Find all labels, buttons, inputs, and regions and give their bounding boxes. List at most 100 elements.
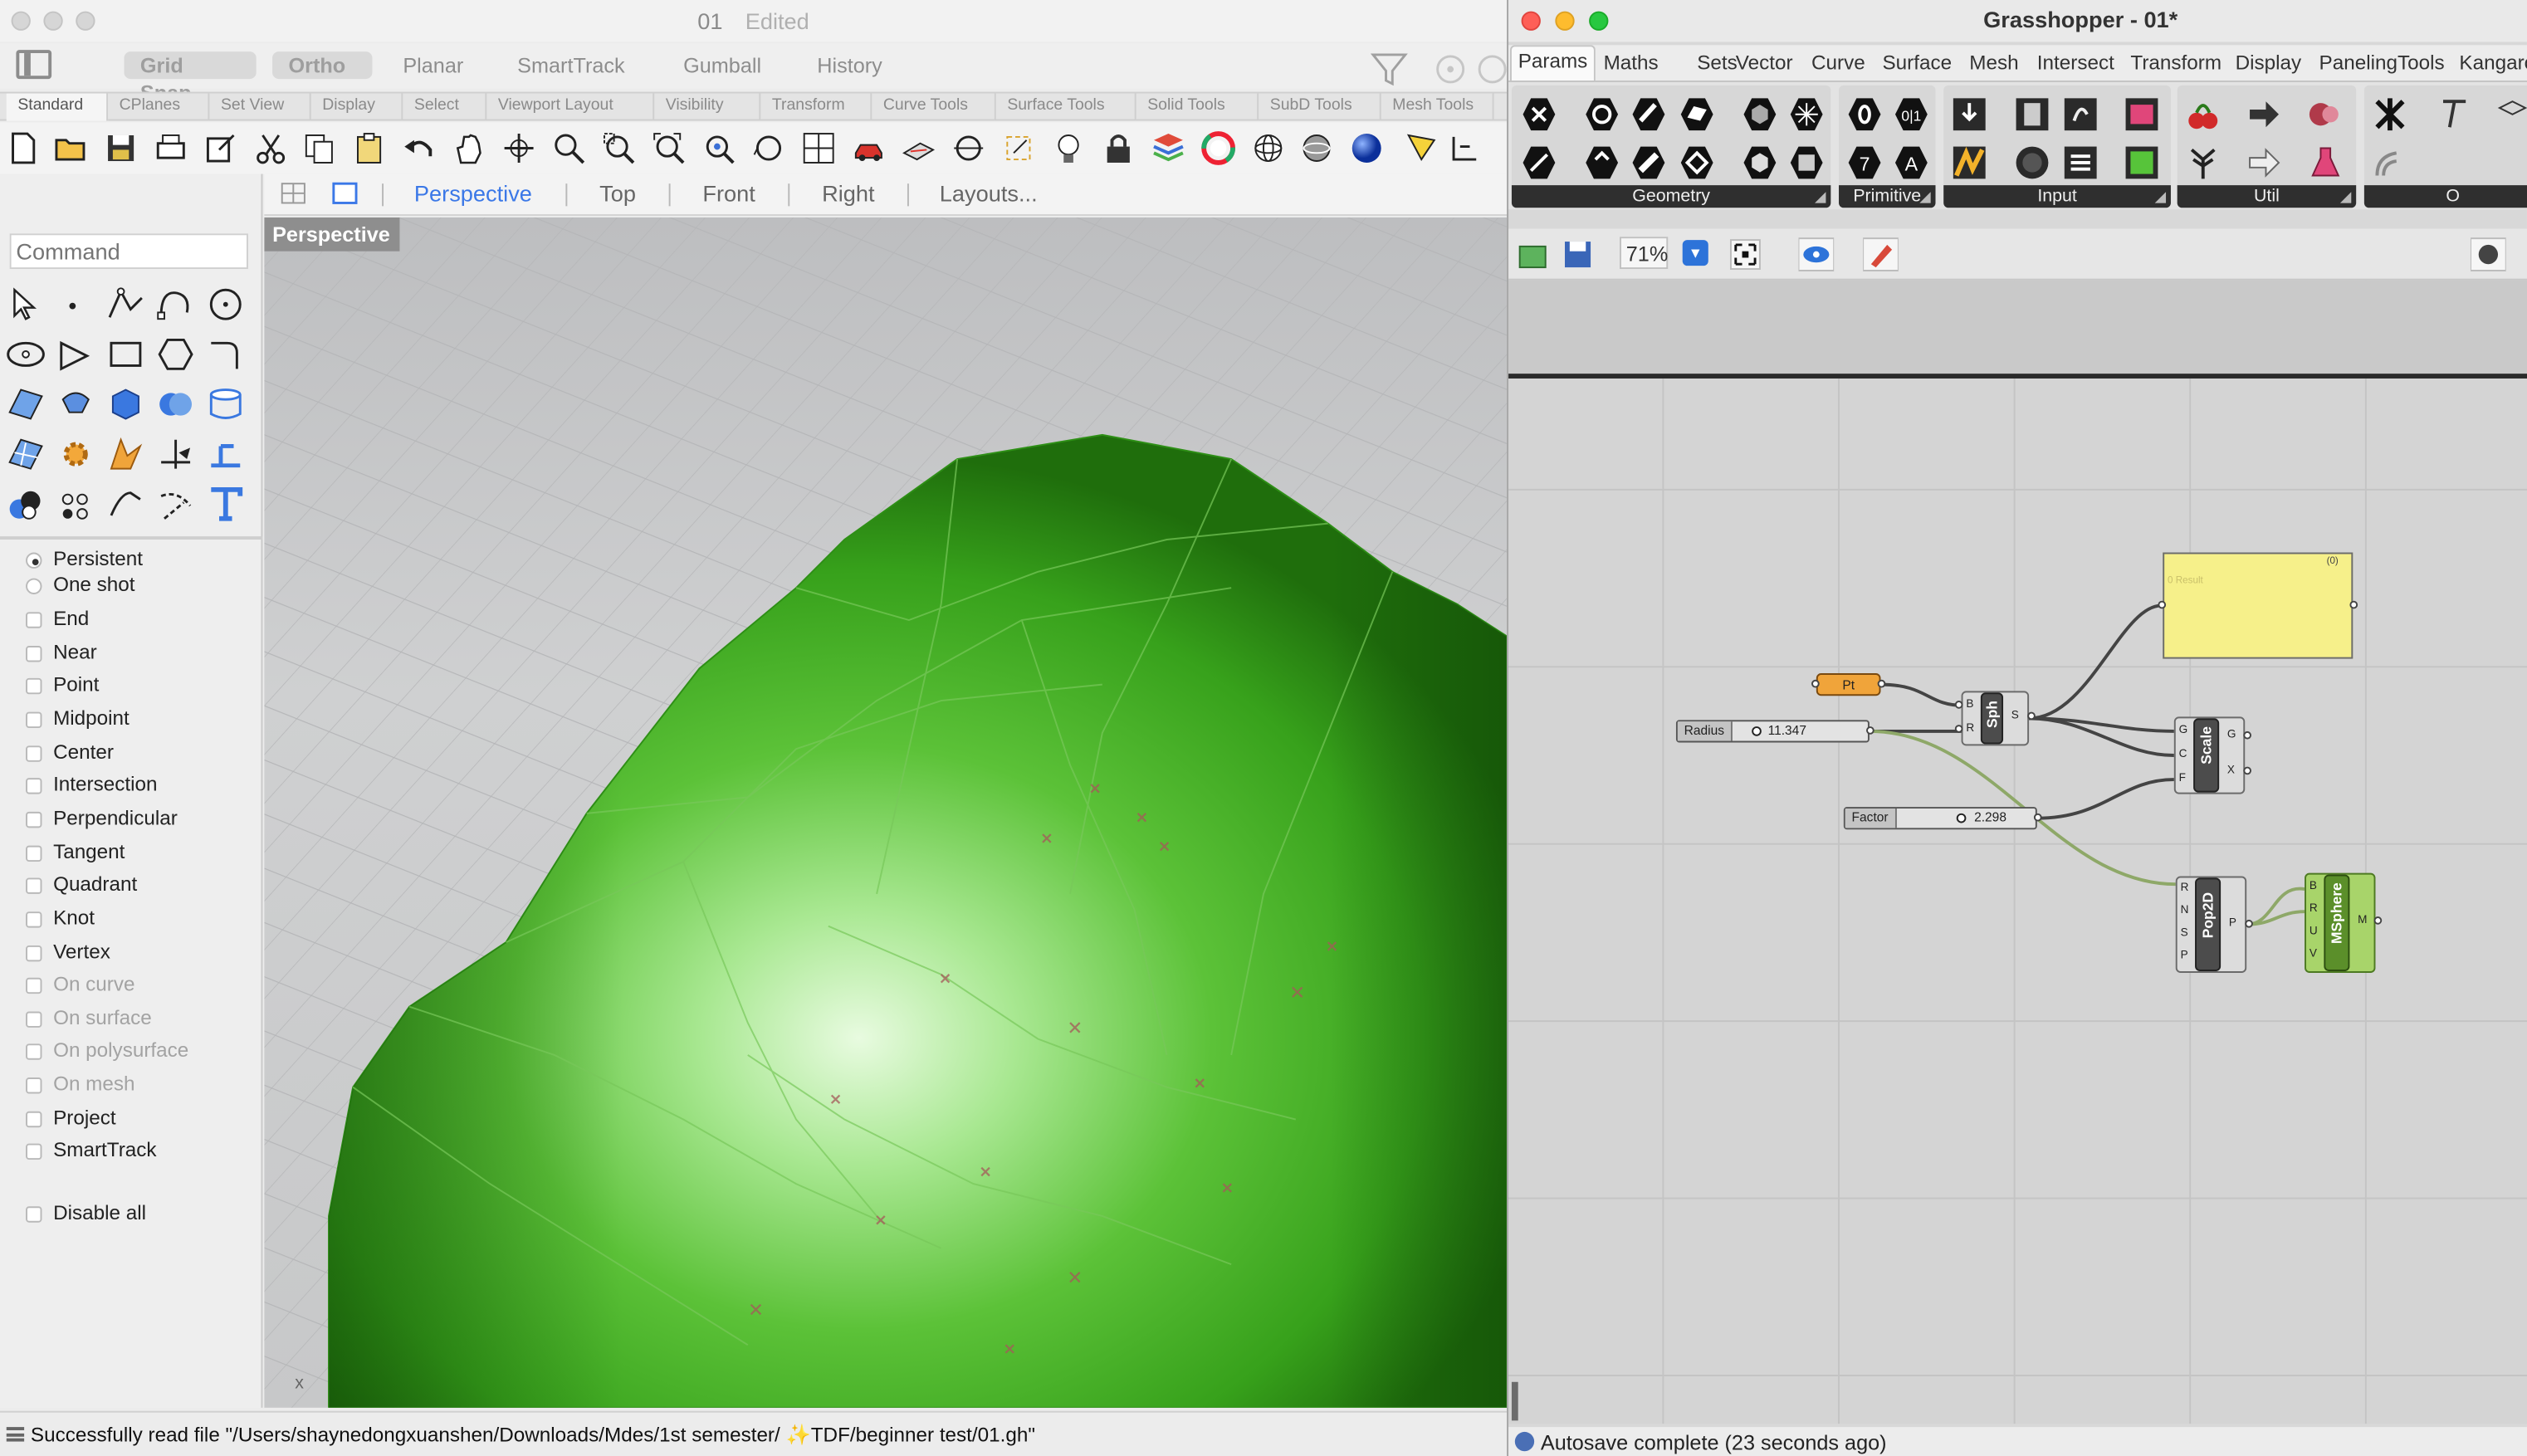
options-icon[interactable] — [1404, 130, 1439, 166]
tab-maths[interactable]: Maths — [1604, 51, 1659, 74]
tab-intersect[interactable]: Intersect — [2037, 51, 2114, 74]
param-boolean-icon[interactable]: 0|1 — [1892, 95, 1931, 134]
four-view-layout-icon[interactable] — [281, 182, 306, 204]
extrude-icon[interactable] — [55, 384, 96, 425]
transform-icon[interactable] — [105, 433, 146, 475]
named-views-icon[interactable] — [851, 130, 887, 166]
mode-smarttrack[interactable]: SmartTrack — [501, 51, 641, 79]
radio-button[interactable] — [26, 578, 42, 594]
arc-icon[interactable] — [55, 334, 96, 375]
checkbox[interactable] — [26, 1077, 42, 1094]
save-icon[interactable] — [1562, 238, 1594, 271]
sketch-pen-icon[interactable] — [1863, 237, 1899, 272]
checkbox[interactable] — [26, 977, 42, 994]
signal-icon[interactable] — [2371, 144, 2410, 183]
panel-component[interactable]: (0) 0 Result — [2158, 552, 2358, 659]
tab-transform[interactable]: Transform — [2130, 51, 2222, 74]
populate2d-component[interactable]: Pop2D R N S P P — [2175, 876, 2253, 973]
value-list-icon[interactable] — [2061, 144, 2100, 183]
checkbox[interactable] — [26, 1043, 42, 1060]
param-curve-icon[interactable] — [1630, 95, 1669, 134]
ellipse-icon[interactable] — [5, 334, 46, 375]
checkbox[interactable] — [26, 945, 42, 962]
pan-hand-icon[interactable] — [452, 130, 487, 166]
checkbox[interactable] — [26, 612, 42, 628]
dimension-tool-icon[interactable] — [205, 433, 247, 475]
export-icon[interactable] — [203, 130, 239, 166]
checkbox[interactable] — [26, 778, 42, 794]
command-input[interactable] — [9, 233, 248, 270]
surface-icon[interactable] — [5, 384, 46, 425]
open-file-icon[interactable] — [53, 130, 89, 166]
tab-mesh[interactable]: Mesh — [1969, 51, 2018, 74]
tab-kangaroo[interactable]: Kangaro — [2459, 51, 2527, 74]
param-circle-icon[interactable] — [1582, 95, 1621, 134]
checkbox[interactable] — [26, 1011, 42, 1028]
tab-set-view[interactable]: Set View — [209, 93, 311, 121]
checkbox[interactable] — [26, 1143, 42, 1160]
gradient-icon[interactable] — [1950, 144, 1989, 183]
tab-top[interactable]: Top — [599, 180, 636, 206]
tab-panelingtools[interactable]: PanelingTools — [2319, 51, 2445, 74]
zoom-icon[interactable] — [551, 130, 587, 166]
polygon-icon[interactable] — [154, 334, 196, 375]
param-box-icon[interactable] — [1678, 144, 1717, 183]
sphere-input-r[interactable] — [1954, 725, 1963, 733]
tab-right[interactable]: Right — [822, 180, 874, 206]
tab-vector[interactable]: Vector — [1736, 51, 1793, 74]
param-integer-icon[interactable]: 7 — [1845, 144, 1884, 183]
param-field-icon[interactable] — [1787, 144, 1826, 183]
mode-gumball[interactable]: Gumball — [667, 51, 778, 79]
gear-icon[interactable] — [55, 433, 96, 475]
undo-view-icon[interactable] — [751, 130, 787, 166]
checkbox[interactable] — [26, 677, 42, 695]
rectangle-icon[interactable] — [105, 334, 146, 375]
tab-mesh-tools[interactable]: Mesh Tools — [1381, 93, 1494, 121]
tab-surface[interactable]: Surface — [1882, 51, 1952, 74]
canvas-scroll-handle[interactable] — [1511, 1381, 1518, 1421]
mode-planar[interactable]: Planar — [387, 51, 480, 79]
undo-icon[interactable] — [401, 130, 437, 166]
mesh-icon[interactable] — [5, 433, 46, 475]
point-icon[interactable] — [55, 283, 96, 325]
wireframe-sphere-icon[interactable] — [1250, 130, 1286, 166]
tab-subd-tools[interactable]: SubD Tools — [1259, 93, 1381, 121]
tab-sets[interactable]: Sets — [1697, 51, 1738, 74]
tab-layouts[interactable]: Layouts... — [940, 180, 1038, 206]
sphere-component[interactable]: Sph B R S — [1954, 691, 2036, 746]
param-plane-icon[interactable] — [1630, 144, 1669, 183]
sphere-output-s[interactable] — [2027, 711, 2036, 721]
checkbox[interactable] — [26, 877, 42, 894]
box-outline-icon[interactable] — [2493, 95, 2527, 134]
trim-icon[interactable] — [154, 483, 196, 525]
param-number-icon[interactable] — [1845, 95, 1884, 134]
tab-perspective[interactable]: Perspective — [414, 180, 532, 206]
move-icon[interactable] — [154, 433, 196, 475]
tab-transform[interactable]: Transform — [760, 93, 872, 121]
list-icon[interactable] — [6, 1427, 25, 1442]
rendered-sphere-icon[interactable] — [1349, 130, 1385, 166]
viewport-title[interactable]: Perspective — [264, 217, 400, 252]
zoom-dropdown[interactable]: ▼ — [1682, 240, 1708, 266]
sketch-icon[interactable] — [2371, 95, 2410, 134]
cylinder-icon[interactable] — [205, 384, 247, 425]
filter-icon[interactable] — [1363, 48, 1508, 87]
solver-icon[interactable] — [2471, 237, 2506, 272]
tab-display[interactable]: Display — [311, 93, 403, 121]
zoom-window-icon[interactable] — [601, 130, 637, 166]
layer-icon[interactable] — [1151, 130, 1186, 166]
param-line-icon[interactable] — [1582, 144, 1621, 183]
tab-curve-tools[interactable]: Curve Tools — [872, 93, 996, 121]
arrow-right-icon[interactable] — [2245, 95, 2284, 134]
tab-standard[interactable]: Standard — [6, 93, 109, 121]
lock-icon[interactable] — [1101, 130, 1136, 166]
radius-output-port[interactable] — [1866, 726, 1874, 735]
sidebar-toggle-icon[interactable] — [16, 50, 52, 80]
zoom-extents-icon[interactable] — [1728, 237, 1763, 272]
four-viewports-icon[interactable] — [801, 130, 837, 166]
tab-solid-tools[interactable]: Solid Tools — [1136, 93, 1259, 121]
tab-display[interactable]: Display — [2236, 51, 2302, 74]
checkbox[interactable] — [26, 711, 42, 729]
box-icon[interactable] — [105, 384, 146, 425]
select-points-icon[interactable] — [1001, 130, 1037, 166]
